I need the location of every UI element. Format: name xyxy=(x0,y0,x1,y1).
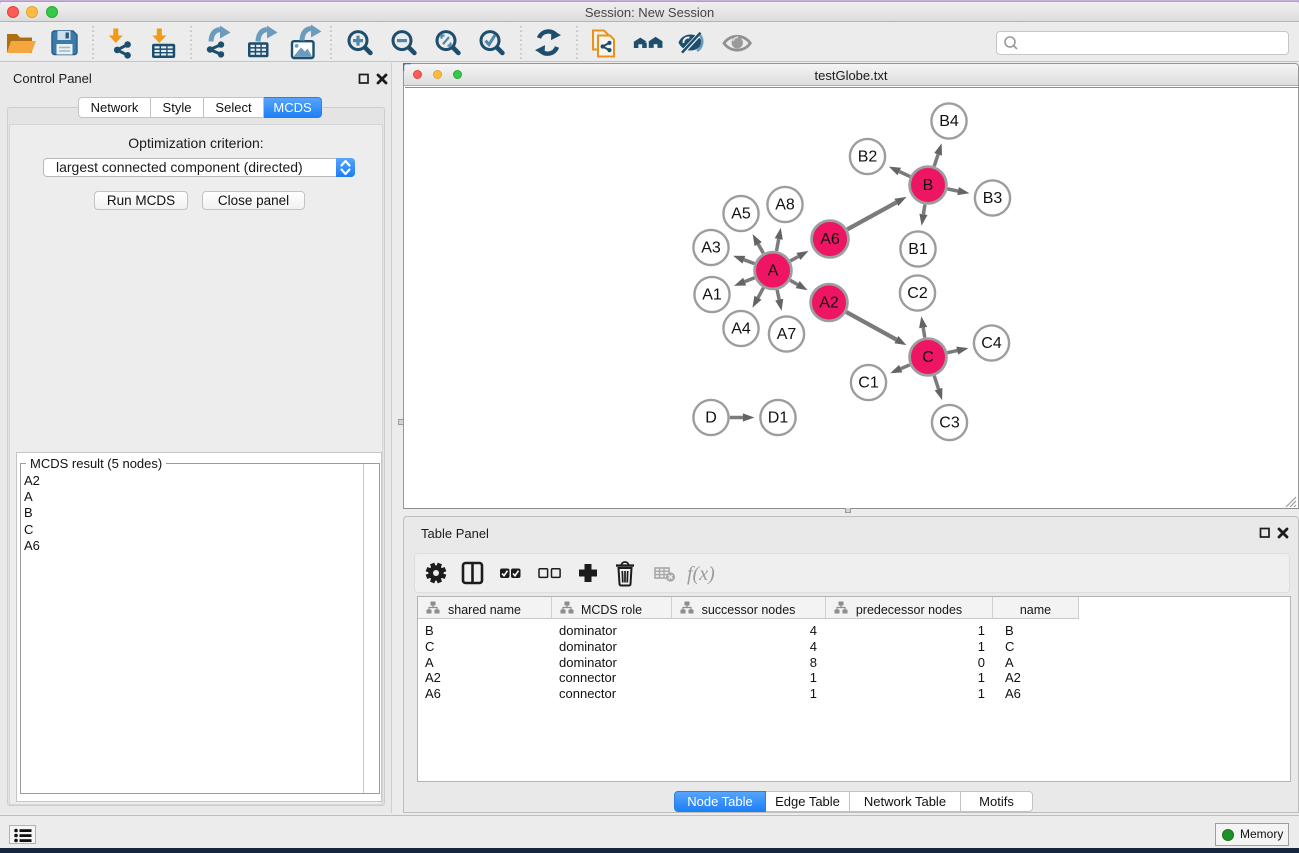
svg-text:f(x): f(x) xyxy=(687,563,715,585)
svg-text:A7: A7 xyxy=(777,326,797,343)
svg-text:B3: B3 xyxy=(983,190,1003,207)
svg-text:A2: A2 xyxy=(819,295,839,312)
svg-text:B1: B1 xyxy=(908,241,928,258)
svg-text:C4: C4 xyxy=(981,335,1002,352)
svg-text:C3: C3 xyxy=(939,415,960,432)
svg-text:D1: D1 xyxy=(768,410,789,427)
svg-text:B: B xyxy=(923,177,934,194)
svg-text:A4: A4 xyxy=(731,321,751,338)
svg-text:D: D xyxy=(705,410,717,427)
svg-text:C: C xyxy=(922,349,934,366)
svg-text:C2: C2 xyxy=(907,285,928,302)
svg-text:A: A xyxy=(768,263,779,280)
svg-text:C1: C1 xyxy=(858,375,879,392)
svg-text:A5: A5 xyxy=(731,206,751,223)
svg-text:A1: A1 xyxy=(702,287,722,304)
svg-text:A6: A6 xyxy=(820,231,840,248)
svg-text:B4: B4 xyxy=(939,113,959,130)
svg-text:A3: A3 xyxy=(701,240,721,257)
svg-text:A8: A8 xyxy=(775,197,795,214)
svg-text:B2: B2 xyxy=(858,149,878,166)
